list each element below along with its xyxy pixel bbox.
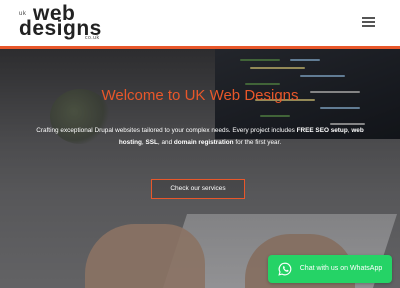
hamburger-menu-icon[interactable] xyxy=(362,16,375,28)
menu-bar xyxy=(362,21,375,23)
hero-text-segment: , and xyxy=(157,139,174,146)
logo-domain: co.uk xyxy=(85,35,100,41)
hero-section: Welcome to UK Web Designs Crafting excep… xyxy=(0,49,400,288)
site-header: uk web designs co.uk xyxy=(0,0,400,49)
hero-description: Crafting exceptional Drupal websites tai… xyxy=(28,125,372,149)
menu-bar xyxy=(362,25,375,27)
check-services-button[interactable]: Check our services xyxy=(151,179,245,199)
whatsapp-icon xyxy=(278,262,292,276)
hero-text-segment: Crafting exceptional Drupal websites tai… xyxy=(36,127,297,134)
hero-text-bold-ssl: SSL xyxy=(145,139,158,146)
menu-bar xyxy=(362,17,375,19)
hero-text-segment: for the first year. xyxy=(233,139,282,146)
whatsapp-label: Chat with us on WhatsApp xyxy=(299,265,383,272)
hero-text-bold-domain: domain registration xyxy=(173,139,234,146)
site-logo[interactable]: uk web designs co.uk xyxy=(19,3,109,42)
hero-overlay xyxy=(0,49,400,288)
hero-text-bold-seo: FREE SEO setup xyxy=(296,127,348,134)
whatsapp-chat-button[interactable]: Chat with us on WhatsApp xyxy=(268,255,392,283)
hero-title: Welcome to UK Web Designs xyxy=(101,87,299,104)
